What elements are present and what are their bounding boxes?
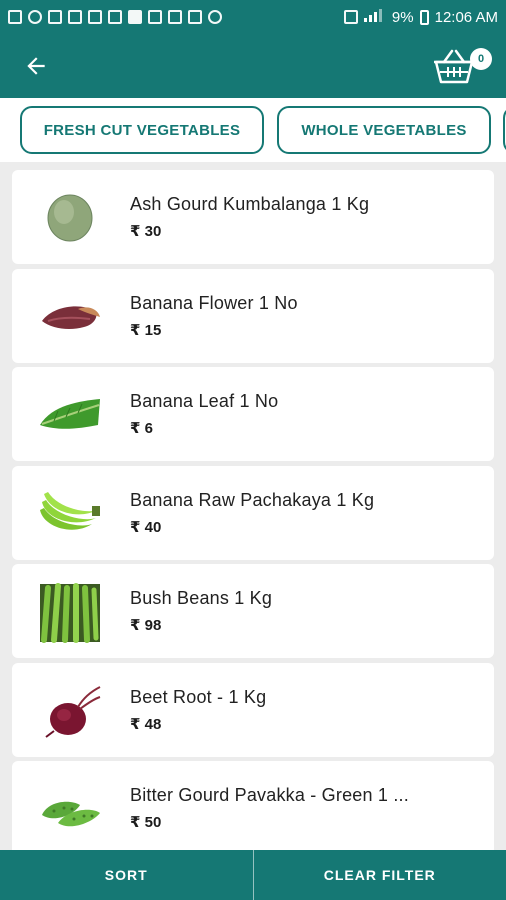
product-list: Ash Gourd Kumbalanga 1 Kg ₹ 30 Banana Fl… bbox=[0, 162, 506, 850]
arrow-left-icon bbox=[27, 57, 45, 75]
sort-button[interactable]: SORT bbox=[0, 850, 253, 900]
chip-whole-vegetables[interactable]: WHOLE VEGETABLES bbox=[277, 106, 491, 154]
message-icon bbox=[8, 10, 22, 24]
g-icon bbox=[28, 10, 42, 24]
product-name: Bush Beans 1 Kg bbox=[130, 588, 273, 608]
product-price: ₹ 6 bbox=[130, 420, 153, 437]
banana-leaf-image bbox=[40, 399, 100, 429]
bitter-gourd-image bbox=[42, 801, 100, 827]
product-name: Bitter Gourd Pavakka - Green 1 ... bbox=[130, 785, 409, 805]
product-card[interactable]: Bush Beans 1 Kg ₹ 98 bbox=[12, 564, 494, 658]
battery-icon bbox=[419, 9, 429, 25]
image-icon bbox=[148, 10, 162, 24]
product-card[interactable]: Beet Root - 1 Kg ₹ 48 bbox=[12, 663, 494, 757]
product-price: ₹ 98 bbox=[130, 617, 162, 634]
mail-icon bbox=[48, 10, 62, 24]
mail-icon bbox=[88, 10, 102, 24]
banana-flower-image bbox=[42, 306, 100, 329]
vibrate-icon bbox=[343, 10, 358, 24]
cart-button[interactable]: 0 bbox=[432, 44, 494, 88]
product-name: Ash Gourd Kumbalanga 1 Kg bbox=[130, 194, 370, 214]
product-card[interactable]: Banana Leaf 1 No ₹ 6 bbox=[12, 367, 494, 461]
clear-filter-button[interactable]: CLEAR FILTER bbox=[254, 850, 506, 900]
product-name: Banana Flower 1 No bbox=[130, 293, 298, 313]
product-price: ₹ 48 bbox=[130, 716, 162, 733]
back-button[interactable] bbox=[18, 48, 54, 84]
bush-beans-image bbox=[40, 583, 100, 643]
tv-icon bbox=[188, 10, 202, 24]
raw-banana-image bbox=[40, 492, 100, 530]
ash-gourd-image bbox=[47, 194, 93, 242]
cart-count-badge: 0 bbox=[470, 48, 492, 70]
grid-icon bbox=[128, 10, 142, 24]
mail-icon bbox=[108, 10, 122, 24]
basket-icon bbox=[434, 49, 474, 84]
chip-fresh-cut-vegetables[interactable]: FRESH CUT VEGETABLES bbox=[20, 106, 264, 154]
mail-icon bbox=[168, 10, 182, 24]
beet-root-image bbox=[45, 686, 101, 738]
product-price: ₹ 30 bbox=[130, 223, 162, 240]
signal-icon bbox=[363, 8, 386, 26]
status-bar: 9% 12:06 AM bbox=[0, 0, 506, 34]
category-chips: FRESH CUT VEGETABLES WHOLE VEGETABLES bbox=[0, 98, 506, 162]
product-name: Beet Root - 1 Kg bbox=[130, 687, 267, 707]
key-icon bbox=[208, 10, 222, 24]
product-card[interactable]: Banana Raw Pachakaya 1 Kg ₹ 40 bbox=[12, 466, 494, 560]
clock: 12:06 AM bbox=[434, 8, 498, 26]
product-price: ₹ 15 bbox=[130, 322, 162, 339]
product-name: Banana Raw Pachakaya 1 Kg bbox=[130, 490, 375, 510]
product-price: ₹ 40 bbox=[130, 519, 162, 536]
product-card[interactable]: Banana Flower 1 No ₹ 15 bbox=[12, 269, 494, 363]
product-card[interactable]: Bitter Gourd Pavakka - Green 1 ... ₹ 50 bbox=[12, 761, 494, 850]
product-name: Banana Leaf 1 No bbox=[130, 391, 279, 411]
system-status: 9% 12:06 AM bbox=[343, 8, 498, 26]
battery-percent: 9% bbox=[391, 8, 414, 26]
mail-icon bbox=[68, 10, 82, 24]
product-card[interactable]: Ash Gourd Kumbalanga 1 Kg ₹ 30 bbox=[12, 170, 494, 264]
notification-icons bbox=[8, 10, 344, 24]
bottom-bar: SORT CLEAR FILTER bbox=[0, 850, 506, 900]
app-bar: 0 bbox=[0, 34, 506, 98]
product-price: ₹ 50 bbox=[130, 814, 162, 831]
